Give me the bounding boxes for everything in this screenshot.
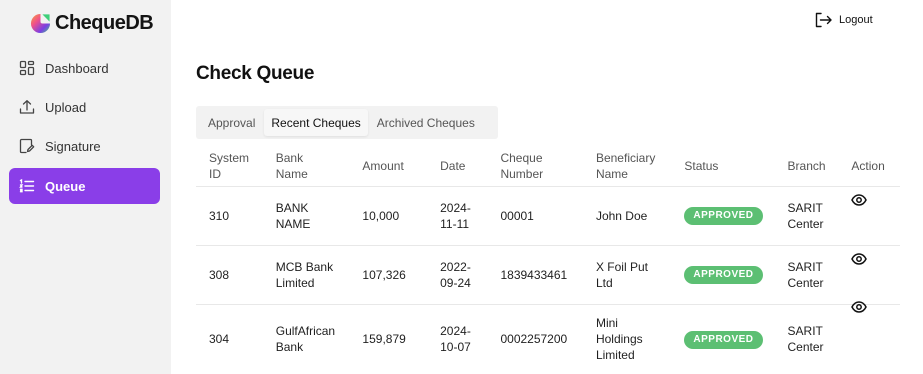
logout-label: Logout bbox=[839, 14, 873, 26]
column-header-amount: Amount bbox=[349, 146, 428, 187]
table-row: 310 BANK NAME 10,000 2024- 11-11 00001 Joh… bbox=[196, 186, 900, 246]
sidebar-item-signature[interactable]: Signature bbox=[9, 128, 160, 164]
cell-bank-name: GulfAfrican Bank bbox=[275, 324, 336, 355]
page-title: Check Queue bbox=[196, 63, 315, 84]
sidebar-item-label: Upload bbox=[45, 99, 87, 115]
cell-amount: 159,879 bbox=[362, 332, 406, 347]
cell-date: 2024- 11-11 bbox=[427, 186, 488, 246]
view-eye-icon[interactable] bbox=[851, 301, 868, 314]
status-badge: APPROVED bbox=[684, 266, 763, 284]
cell-system-id: 308 bbox=[196, 245, 263, 305]
sidebar-item-dashboard[interactable]: Dashboard bbox=[9, 50, 160, 86]
queue-list-icon bbox=[19, 178, 35, 194]
sidebar-item-queue[interactable]: Queue bbox=[9, 168, 160, 204]
cell-status: APPROVED bbox=[671, 304, 774, 374]
table-header-row: System ID Bank Name Amount Date Cheque Numb… bbox=[196, 146, 900, 187]
cheque-queue-table: System ID Bank Name Amount Date Cheque Numb… bbox=[196, 146, 900, 374]
cell-cheque-number: 0002257200 bbox=[500, 332, 568, 347]
cell-date: 2022- 09-24 bbox=[427, 245, 488, 305]
logout-button[interactable]: Logout bbox=[815, 12, 873, 28]
cell-cheque-number: 00001 bbox=[487, 186, 583, 246]
signature-icon bbox=[19, 138, 35, 154]
cell-bank-name: BANK NAME bbox=[262, 186, 350, 246]
status-badge: APPROVED bbox=[684, 330, 763, 349]
sidebar-item-label: Signature bbox=[45, 138, 101, 154]
dashboard-icon bbox=[19, 60, 35, 76]
sidebar-item-label: Dashboard bbox=[45, 60, 109, 76]
sidebar-item-label: Queue bbox=[45, 178, 86, 194]
table-row: 304 GulfAfrican Bank 159,879 2024- 10-07 0… bbox=[196, 301, 900, 374]
tab-approval[interactable]: Approval bbox=[201, 109, 262, 136]
sidebar-item-upload[interactable]: Upload bbox=[9, 89, 160, 125]
column-header-branch: Branch bbox=[774, 146, 839, 187]
tab-recent-cheques[interactable]: Recent Cheques bbox=[264, 109, 368, 136]
column-header-bank-name: Bank Name bbox=[262, 146, 350, 187]
cell-bank-name: MCB Bank Limited bbox=[262, 245, 350, 305]
cell-branch: SARIT Center bbox=[774, 186, 839, 246]
cell-beneficiary: John Doe bbox=[582, 186, 672, 246]
column-header-system-id: System ID bbox=[196, 146, 263, 187]
cell-beneficiary: Mini Holdings Limited bbox=[595, 316, 643, 363]
cell-system-id: 304 bbox=[209, 332, 230, 347]
cell-status: APPROVED bbox=[671, 186, 775, 246]
cell-system-id: 310 bbox=[196, 186, 263, 246]
tab-bar: Approval Recent Cheques Archived Cheques bbox=[196, 106, 498, 139]
tab-archived-cheques[interactable]: Archived Cheques bbox=[370, 109, 482, 136]
column-header-status: Status bbox=[671, 146, 775, 187]
cell-amount: 10,000 bbox=[349, 186, 428, 246]
upload-icon bbox=[19, 99, 35, 115]
cell-cheque-number: 1839433461 bbox=[487, 245, 583, 305]
cell-branch: SARIT Center bbox=[787, 324, 824, 355]
brand-name: ChequeDB bbox=[55, 11, 154, 34]
chequedb-logo-icon bbox=[30, 13, 51, 33]
cell-beneficiary: X Foil Put Ltd bbox=[582, 245, 672, 305]
sidebar: ChequeDB Dashboard Upload Signature Queu… bbox=[0, 0, 171, 374]
cell-branch: SARIT Center bbox=[774, 245, 839, 305]
status-badge: APPROVED bbox=[684, 207, 763, 225]
cell-action bbox=[838, 245, 900, 305]
column-header-cheque-number: Cheque Number bbox=[487, 146, 583, 187]
cell-date: 2024- 10-07 bbox=[440, 324, 471, 355]
cell-action bbox=[838, 186, 900, 246]
column-header-beneficiary-name: Beneficiary Name bbox=[582, 146, 672, 187]
view-eye-icon[interactable] bbox=[851, 193, 868, 206]
cell-action bbox=[838, 301, 900, 374]
cell-status: APPROVED bbox=[671, 245, 775, 305]
table-row: 308 MCB Bank Limited 107,326 2022- 09-24 1… bbox=[196, 245, 900, 305]
column-header-date: Date bbox=[427, 146, 488, 187]
column-header-action: Action bbox=[838, 146, 900, 187]
brand[interactable]: ChequeDB bbox=[30, 11, 154, 35]
view-eye-icon[interactable] bbox=[851, 252, 868, 265]
logout-icon bbox=[815, 12, 832, 28]
cell-amount: 107,326 bbox=[349, 245, 428, 305]
